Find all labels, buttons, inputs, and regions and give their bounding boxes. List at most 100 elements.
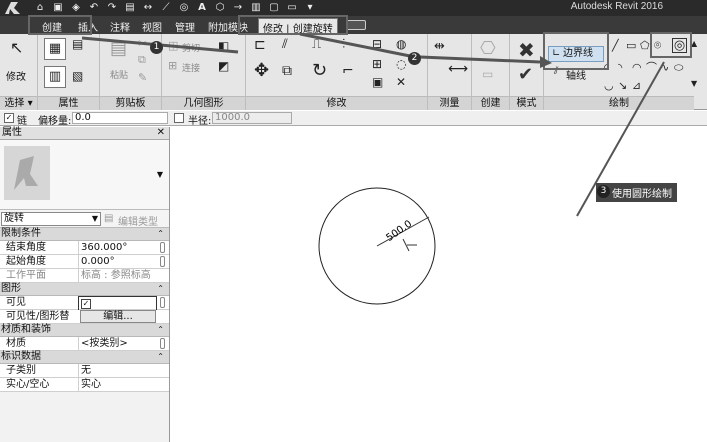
redo-icon[interactable]: ↷ <box>106 2 118 14</box>
row-visible[interactable]: 可见 ✓ <box>0 296 169 311</box>
row-end-angle[interactable]: 结束角度 360.000° <box>0 241 169 255</box>
finish-edit-icon[interactable]: ✔ <box>518 66 533 84</box>
trim-extend-icon[interactable]: ⌐ <box>342 64 354 78</box>
scale-icon[interactable]: ▣ <box>372 76 383 88</box>
close-windows-icon[interactable]: ▢ <box>268 2 280 14</box>
sync-icon[interactable]: ◈ <box>70 2 82 14</box>
visible-checkbox[interactable]: ✓ <box>81 298 91 309</box>
join-icon[interactable]: ⊞ <box>168 60 177 71</box>
cope-icon[interactable]: ◫ <box>168 40 178 51</box>
contextual-tab-toggle[interactable] <box>346 20 366 30</box>
split-element-icon[interactable]: ⊟ <box>372 38 382 50</box>
row-subcategory[interactable]: 子类别 无 <box>0 364 169 378</box>
cut-label[interactable]: 剪切 <box>182 41 200 54</box>
tab-manage[interactable]: 管理 <box>175 19 195 34</box>
row-value[interactable]: ✓ <box>78 296 157 311</box>
radius-checkbox[interactable] <box>174 113 184 123</box>
undo-icon[interactable]: ↶ <box>88 2 100 14</box>
drawing-canvas[interactable]: 500.0 <box>171 127 707 442</box>
copy-element-icon[interactable]: ⧉ <box>282 64 292 78</box>
center-arc-icon[interactable]: ◝ <box>618 62 622 73</box>
polygon-tool-icon[interactable]: ⬠ <box>640 40 650 51</box>
modify-cursor-icon[interactable]: ↖ <box>10 40 23 56</box>
tangent-arc-icon[interactable]: ◠ <box>632 62 642 73</box>
mirror-pick-axis-icon[interactable]: ⎍ <box>312 38 321 51</box>
type-dropdown-icon[interactable]: ▼ <box>157 170 163 179</box>
partial-ellipse-icon[interactable]: ◡ <box>604 80 614 91</box>
join-label[interactable]: 连接 <box>182 61 200 74</box>
pick-edges-icon[interactable]: ⊿ <box>632 80 641 91</box>
row-value[interactable]: <按类别> <box>78 337 157 350</box>
aligned-dimension-icon[interactable]: ⟷ <box>448 62 468 76</box>
row-start-angle[interactable]: 起始角度 0.000° <box>0 255 169 269</box>
ellipse-icon[interactable]: ⬭ <box>674 62 683 73</box>
pick-lines-icon[interactable]: ↘ <box>618 80 627 91</box>
split-face-icon[interactable]: ◩ <box>218 60 229 72</box>
switch-windows-icon[interactable]: ▭ <box>286 2 298 14</box>
revit-logo-icon[interactable] <box>2 0 28 16</box>
delete-icon[interactable]: ✕ <box>396 76 406 88</box>
create-group-icon[interactable]: ⎔ <box>480 40 496 58</box>
spline-icon[interactable]: ∿ <box>660 62 669 73</box>
close-icon[interactable]: ✕ <box>157 127 165 139</box>
line-tool-icon[interactable]: ╱ <box>612 40 619 51</box>
unpin-icon[interactable]: ◌ <box>396 58 406 70</box>
rectangle-tool-icon[interactable]: ▭ <box>626 40 636 51</box>
family-types-icon[interactable]: ▤ <box>72 38 83 50</box>
tag-icon[interactable]: ◎ <box>178 2 190 14</box>
modify-label[interactable]: 修改 <box>6 68 26 83</box>
dimension-icon[interactable]: ⟋ <box>160 2 172 14</box>
offset-icon[interactable]: ⫽ <box>282 38 288 51</box>
chain-checkbox[interactable]: ✓ <box>4 113 14 123</box>
edit-visibility-button[interactable]: 编辑... <box>80 310 156 323</box>
save-icon[interactable]: ▣ <box>52 2 64 14</box>
measure-icon[interactable]: ↔ <box>142 2 154 14</box>
text-icon[interactable]: A <box>196 2 208 14</box>
cancel-edit-icon[interactable]: ✖ <box>518 40 535 60</box>
match-type-icon[interactable]: ✎ <box>138 72 147 83</box>
fillet-arc-icon[interactable]: ⌒ <box>646 62 657 73</box>
row-value[interactable]: 实心 <box>78 378 157 391</box>
paste-label[interactable]: 粘贴 <box>110 68 128 81</box>
section-icon[interactable]: → <box>232 2 244 14</box>
category-materials[interactable]: 材质和装饰 ⌃ <box>0 324 169 337</box>
family-category-icon[interactable]: ▧ <box>72 70 83 82</box>
offset-input[interactable]: 0.0 <box>72 112 168 124</box>
panel-label-select[interactable]: 选择 ▾ <box>0 96 37 110</box>
row-visibility-override[interactable]: 可见性/图形替换 编辑... <box>0 310 169 335</box>
row-solid-void[interactable]: 实心/空心 实心 <box>0 378 169 392</box>
pin-icon[interactable]: ◍ <box>396 38 406 50</box>
row-material[interactable]: 材质 <按类别> <box>0 337 169 351</box>
print-icon[interactable]: ▤ <box>124 2 136 14</box>
paste-icon[interactable]: ▤ <box>110 40 127 58</box>
rotate-icon[interactable]: ↻ <box>312 62 327 80</box>
row-value[interactable]: 0.000° <box>78 255 157 268</box>
measure-between-icon[interactable]: ⇹ <box>434 40 445 53</box>
tab-view[interactable]: 视图 <box>142 19 162 34</box>
wall-join-icon[interactable]: ◧ <box>218 40 229 52</box>
row-value[interactable]: 360.000° <box>78 241 157 254</box>
create-similar-icon[interactable]: ▭ <box>482 68 493 80</box>
array-icon[interactable]: ⊞ <box>372 58 382 70</box>
view3d-icon[interactable]: ⬡ <box>214 2 226 14</box>
tab-annotate[interactable]: 注释 <box>110 19 130 34</box>
properties-icon[interactable]: ▦ <box>44 38 66 60</box>
row-value[interactable]: 无 <box>78 364 157 377</box>
qat-dropdown-icon[interactable]: ▾ <box>304 2 316 14</box>
thin-lines-icon[interactable]: ▥ <box>250 2 262 14</box>
edit-type-button[interactable]: 编辑类型 <box>118 213 158 228</box>
copy-icon[interactable]: ⧉ <box>138 54 146 65</box>
category-graphics[interactable]: 图形 ⌃ <box>0 283 169 296</box>
category-identity[interactable]: 标识数据 ⌃ <box>0 351 169 364</box>
draw-scroll-down-icon[interactable]: ▼ <box>691 80 697 88</box>
mirror-draw-axis-icon[interactable]: ⫶ <box>342 38 345 51</box>
cut-icon[interactable]: ✂ <box>138 38 147 49</box>
align-icon[interactable]: ⊏ <box>254 38 266 52</box>
open-icon[interactable]: ⌂ <box>34 2 46 14</box>
type-selector[interactable]: 旋转 ▼ <box>1 212 101 226</box>
radius-input[interactable]: 1000.0 <box>212 112 292 124</box>
type-properties-icon[interactable]: ▥ <box>44 66 66 88</box>
move-icon[interactable]: ✥ <box>254 62 269 80</box>
radius-dimension-text[interactable]: 500.0 <box>384 218 414 243</box>
category-constraints[interactable]: 限制条件 ⌃ <box>0 228 169 241</box>
